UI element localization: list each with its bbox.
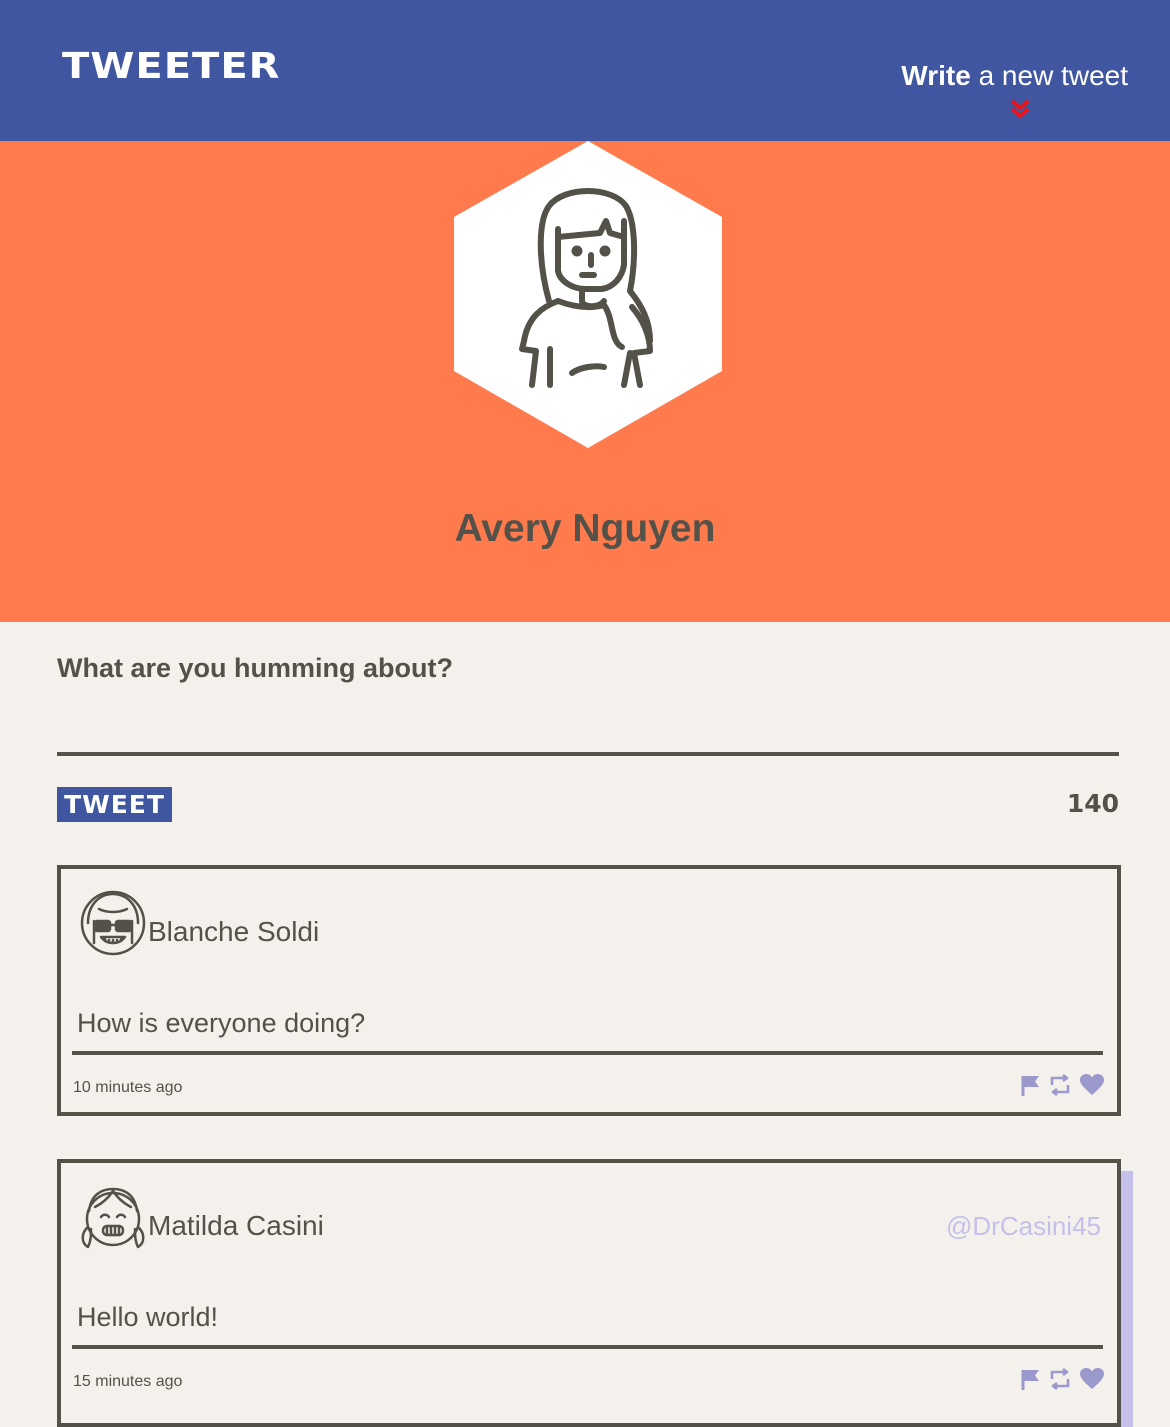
- brand-logo[interactable]: TWEETER: [62, 47, 280, 86]
- write-link-rest: a new tweet: [970, 60, 1128, 91]
- character-counter: 140: [1066, 789, 1119, 818]
- retweet-icon[interactable]: [1049, 1367, 1071, 1391]
- flag-icon[interactable]: [1021, 1073, 1041, 1097]
- tweet-actions: [1013, 1365, 1105, 1393]
- tweet-submit-button[interactable]: TWEET: [57, 787, 172, 822]
- double-chevron-down-icon[interactable]: [1008, 98, 1032, 120]
- compose-label: What are you humming about?: [57, 653, 453, 683]
- tweet-author: Matilda Casini: [148, 1210, 324, 1241]
- profile-header: Avery Nguyen: [0, 141, 1170, 622]
- tweet-divider: [72, 1051, 1103, 1055]
- top-nav: TWEETER Write a new tweet: [0, 0, 1170, 141]
- retweet-icon[interactable]: [1049, 1073, 1071, 1097]
- heart-icon[interactable]: [1079, 1367, 1105, 1391]
- tweet-content: How is everyone doing?: [77, 1008, 366, 1038]
- tweet-content: Hello world!: [77, 1302, 219, 1332]
- profile-avatar: [454, 141, 722, 448]
- tweet-handle[interactable]: @DrCasini45: [946, 1209, 1101, 1243]
- sunglasses-avatar-icon: [80, 890, 146, 956]
- write-new-tweet-link[interactable]: Write a new tweet: [901, 58, 1128, 94]
- tweet-actions: [1013, 1071, 1105, 1099]
- write-link-bold: Write: [901, 60, 971, 91]
- tweet-card: Matilda Casini @DrCasini45 Hello world! …: [57, 1159, 1121, 1427]
- tweet-timestamp: 15 minutes ago: [73, 1373, 183, 1390]
- pigtails-girl-avatar-icon: [81, 1187, 145, 1249]
- tweet-author: Blanche Soldi: [148, 916, 320, 947]
- heart-icon[interactable]: [1079, 1073, 1105, 1097]
- tweet-text-input[interactable]: [57, 700, 1119, 756]
- profile-name: Avery Nguyen: [454, 507, 716, 550]
- flag-icon[interactable]: [1021, 1367, 1041, 1391]
- tweet-divider: [72, 1345, 1103, 1349]
- tweet-timestamp: 10 minutes ago: [73, 1079, 183, 1096]
- tweet-card: Blanche Soldi How is everyone doing? 10 …: [57, 865, 1121, 1116]
